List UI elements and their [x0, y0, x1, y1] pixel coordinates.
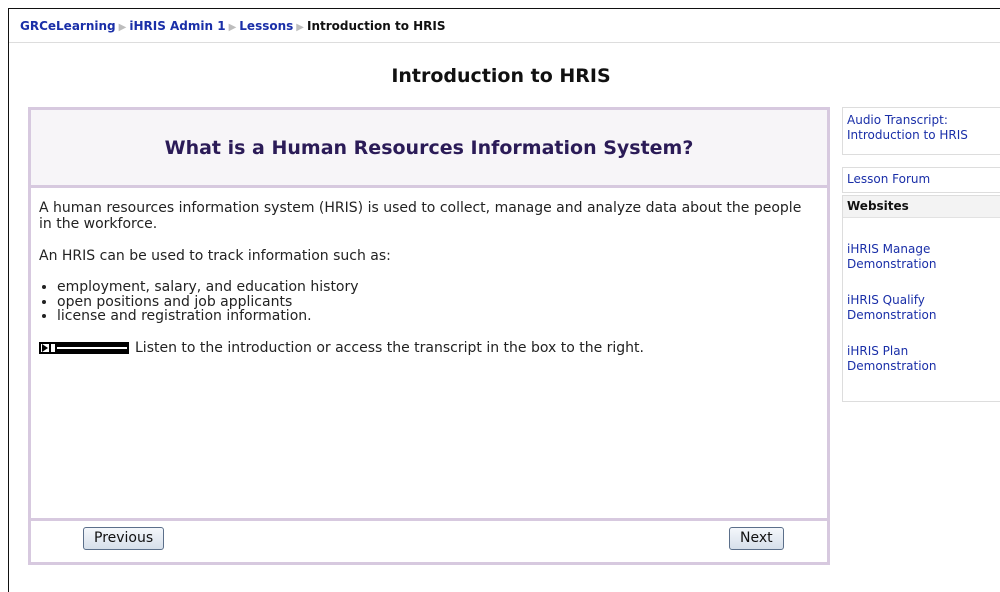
- audio-instruction-text: Listen to the introduction or access the…: [135, 339, 644, 356]
- breadcrumb-separator-icon: ▶: [118, 22, 127, 33]
- websites-header: Websites −: [843, 196, 1000, 218]
- previous-button[interactable]: Previous: [83, 527, 165, 550]
- list-item: open positions and job applicants: [57, 294, 817, 310]
- website-link-manage[interactable]: iHRIS Manage Demonstration: [847, 242, 957, 272]
- audio-transcript-block: Audio Transcript: Introduction to HRIS: [842, 107, 1000, 155]
- breadcrumb-current: Introduction to HRIS: [306, 19, 446, 33]
- list-item: license and registration information.: [57, 309, 817, 324]
- lesson-bullet-list: employment, salary, and education histor…: [39, 280, 817, 324]
- lesson-header: What is a Human Resources Information Sy…: [31, 110, 827, 188]
- breadcrumb-course-link[interactable]: iHRIS Admin 1: [129, 19, 225, 33]
- page-frame: GRCeLearning ▶ iHRIS Admin 1 ▶ Lessons ▶ Intro…: [8, 8, 1000, 592]
- audio-row: Listen to the introduction or access the…: [39, 340, 817, 356]
- breadcrumb-lessons-link[interactable]: Lessons: [239, 19, 293, 33]
- lesson-panel: What is a Human Resources Information Sy…: [28, 107, 830, 565]
- list-item: employment, salary, and education histor…: [57, 280, 817, 295]
- slider-handle[interactable]: [51, 343, 55, 352]
- breadcrumb-separator-icon: ▶: [296, 22, 304, 33]
- audio-transcript-link[interactable]: Audio Transcript: Introduction to HRIS: [847, 113, 968, 142]
- lesson-paragraph-2: An HRIS can be used to track information…: [39, 248, 391, 264]
- page-title: Introduction to HRIS: [391, 65, 611, 87]
- lesson-footer: Previous Next: [31, 521, 827, 562]
- lesson-paragraph-1: A human resources information system (HR…: [39, 200, 802, 232]
- breadcrumb: GRCeLearning ▶ iHRIS Admin 1 ▶ Lessons ▶ Intro…: [9, 9, 1000, 43]
- lesson-content: A human resources information system (HR…: [31, 188, 827, 521]
- websites-title: Websites: [847, 199, 909, 213]
- audio-player-icon[interactable]: [39, 341, 129, 354]
- next-button[interactable]: Next: [729, 527, 784, 550]
- website-link-plan[interactable]: iHRIS Plan Demonstration: [847, 344, 957, 374]
- breadcrumb-separator-icon: ▶: [228, 22, 237, 33]
- lesson-forum-block: Lesson Forum: [842, 167, 1000, 193]
- right-sidebar: Audio Transcript: Introduction to HRIS L…: [842, 107, 1000, 402]
- play-icon[interactable]: [41, 343, 49, 352]
- websites-list: iHRIS Manage Demonstration iHRIS Qualify…: [843, 218, 1000, 374]
- lesson-heading: What is a Human Resources Information Sy…: [164, 136, 694, 159]
- websites-block: Websites − iHRIS Manage Demonstration iH…: [842, 195, 1000, 402]
- lesson-forum-link[interactable]: Lesson Forum: [847, 172, 930, 186]
- progress-track[interactable]: [57, 346, 127, 349]
- breadcrumb-home-link[interactable]: GRCeLearning: [20, 19, 116, 33]
- website-link-qualify[interactable]: iHRIS Qualify Demonstration: [847, 293, 957, 323]
